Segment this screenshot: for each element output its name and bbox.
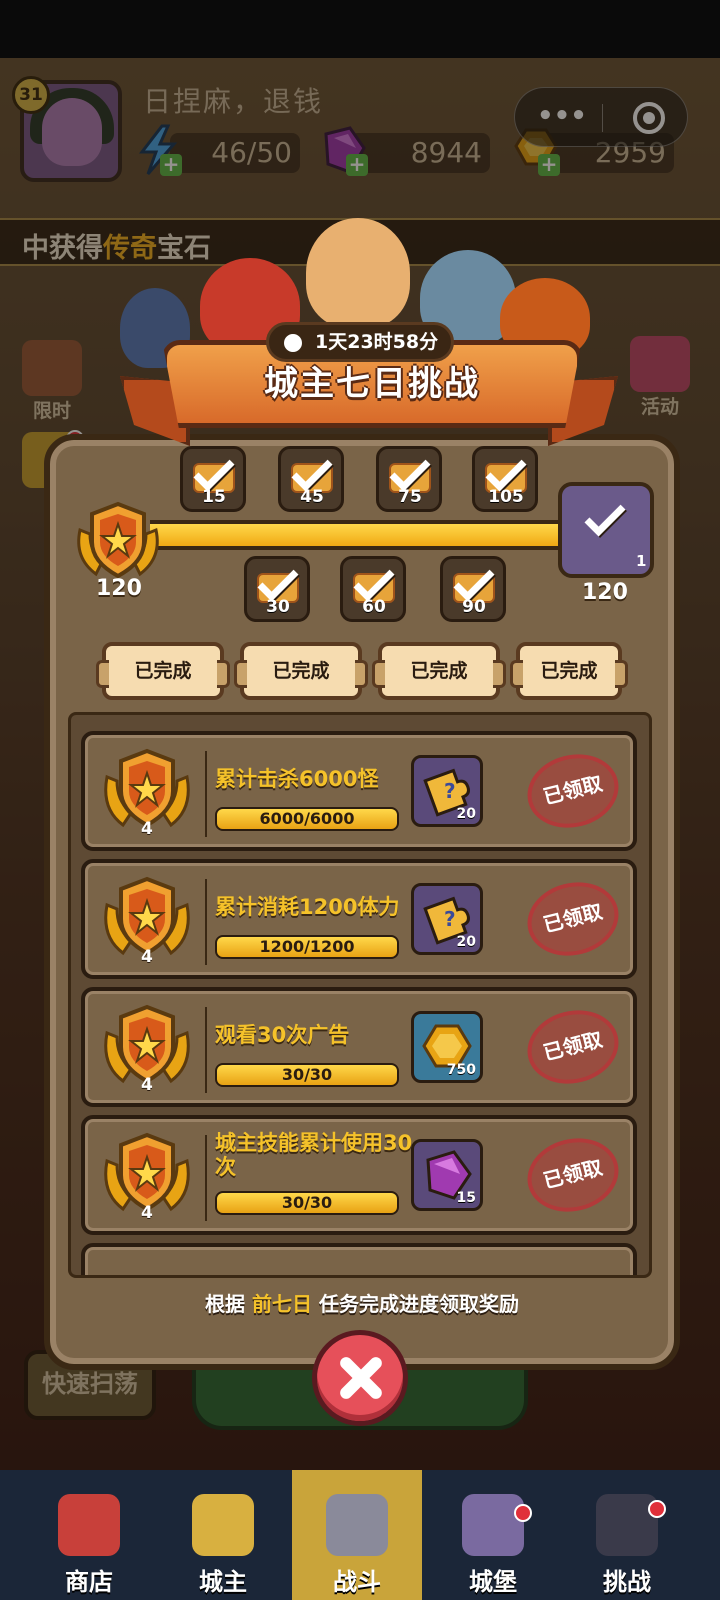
notification-dot	[648, 1500, 666, 1518]
reward-amount: 15	[456, 1190, 476, 1206]
crown-icon	[192, 1494, 254, 1556]
nav-label: 城堡	[469, 1568, 517, 1596]
day-tab[interactable]: 已完成	[510, 642, 628, 700]
task-divider	[205, 1135, 207, 1221]
task-title: 观看30次广告	[215, 1023, 350, 1047]
reward-slot[interactable]: 15	[411, 1139, 483, 1211]
nav-label: 城主	[199, 1568, 247, 1596]
nav-label: 战斗	[333, 1568, 381, 1596]
footer-prefix: 根据	[205, 1292, 252, 1316]
reward-slot[interactable]: ? 20	[411, 883, 483, 955]
nav-lord[interactable]: 城主	[158, 1470, 288, 1600]
milestone-value: 60	[362, 597, 386, 617]
milestone-chest[interactable]: 45	[278, 446, 344, 512]
check-icon	[584, 495, 626, 537]
task-row: 4 城主技能累计使用30次 30/30 15 已领取	[81, 1115, 637, 1235]
task-row	[81, 1243, 637, 1275]
day-tab[interactable]: 已完成	[372, 642, 506, 700]
task-list[interactable]: 4 累计击杀6000怪 6000/6000 ? 20 已领取 4 累计消耗120…	[68, 712, 652, 1278]
milestone-value: 30	[266, 597, 290, 617]
nav-shop[interactable]: 商店	[24, 1470, 154, 1600]
nav-battle[interactable]: 战斗	[292, 1470, 422, 1600]
nav-label: 挑战	[603, 1568, 651, 1596]
milestone-chest[interactable]: 15	[180, 446, 246, 512]
max-points: 120	[582, 580, 628, 605]
task-row: 4 观看30次广告 30/30 750 已领取	[81, 987, 637, 1107]
nav-challenge[interactable]: 挑战	[562, 1470, 692, 1600]
status-bar	[0, 0, 720, 58]
claimed-stamp: 已领取	[519, 1128, 627, 1222]
milestone-value: 15	[202, 487, 226, 507]
milestone-chest[interactable]: 30	[244, 556, 310, 622]
reward-slot[interactable]: ? 20	[411, 755, 483, 827]
footer-suffix: 任务完成进度领取奖励	[312, 1292, 519, 1316]
task-row: 4 累计击杀6000怪 6000/6000 ? 20 已领取	[81, 731, 637, 851]
milestone-chest[interactable]: 105	[472, 446, 538, 512]
task-divider	[205, 1007, 207, 1093]
task-progress-bar: 1200/1200	[215, 935, 399, 959]
points-medal-icon	[72, 500, 164, 582]
svg-text:?: ?	[444, 907, 456, 931]
nav-castle[interactable]: 城堡	[428, 1470, 558, 1600]
clock-icon	[280, 330, 306, 356]
task-progress-bar: 30/30	[215, 1063, 399, 1087]
close-button[interactable]	[312, 1330, 408, 1426]
task-progress-text: 1200/1200	[259, 937, 355, 956]
task-divider	[205, 751, 207, 837]
task-title: 城主技能累计使用30次	[215, 1131, 413, 1179]
milestone-chest[interactable]: 75	[376, 446, 442, 512]
milestone-chest[interactable]: 60	[340, 556, 406, 622]
day-tab[interactable]: 已完成	[96, 642, 230, 700]
challenge-title: 城主七日挑战	[264, 364, 480, 404]
current-points: 120	[96, 576, 142, 601]
crossed-swords-icon	[326, 1494, 388, 1556]
task-progress-bar: 30/30	[215, 1191, 399, 1215]
task-progress-bar: 6000/6000	[215, 807, 399, 831]
medal-points: 4	[141, 819, 153, 839]
task-progress-text: 30/30	[281, 1065, 333, 1084]
castle-icon	[462, 1494, 524, 1556]
milestone-value: 45	[300, 487, 324, 507]
milestone-chest[interactable]: 90	[440, 556, 506, 622]
milestone-value: 105	[488, 487, 524, 507]
claimed-stamp: 已领取	[519, 1000, 627, 1094]
hero-blonde	[306, 218, 410, 328]
medal-points: 4	[141, 1203, 153, 1223]
reward-slot[interactable]: 750	[411, 1011, 483, 1083]
footer-highlight: 前七日	[252, 1292, 312, 1316]
progress-fill	[150, 524, 566, 546]
nav-label: 商店	[65, 1568, 113, 1596]
reward-amount: 750	[446, 1062, 476, 1078]
task-title: 累计消耗1200体力	[215, 895, 400, 919]
task-progress-text: 30/30	[281, 1193, 333, 1212]
task-progress-text: 6000/6000	[259, 809, 355, 828]
reward-amount: 20	[456, 806, 476, 822]
claimed-stamp: 已领取	[519, 872, 627, 966]
day-tab[interactable]: 已完成	[234, 642, 368, 700]
medal-points: 4	[141, 947, 153, 967]
final-reward-count: 1	[636, 552, 647, 570]
task-title: 累计击杀6000怪	[215, 767, 379, 791]
footer-note: 根据 前七日 任务完成进度领取奖励	[44, 1288, 680, 1317]
reward-amount: 20	[456, 934, 476, 950]
shop-icon	[58, 1494, 120, 1556]
svg-text:?: ?	[444, 779, 456, 803]
claimed-stamp: 已领取	[519, 744, 627, 838]
task-row: 4 累计消耗1200体力 1200/1200 ? 20 已领取	[81, 859, 637, 979]
task-divider	[205, 879, 207, 965]
notification-dot	[514, 1504, 532, 1522]
milestone-value: 90	[462, 597, 486, 617]
milestone-value: 75	[398, 487, 422, 507]
medal-points: 4	[141, 1075, 153, 1095]
